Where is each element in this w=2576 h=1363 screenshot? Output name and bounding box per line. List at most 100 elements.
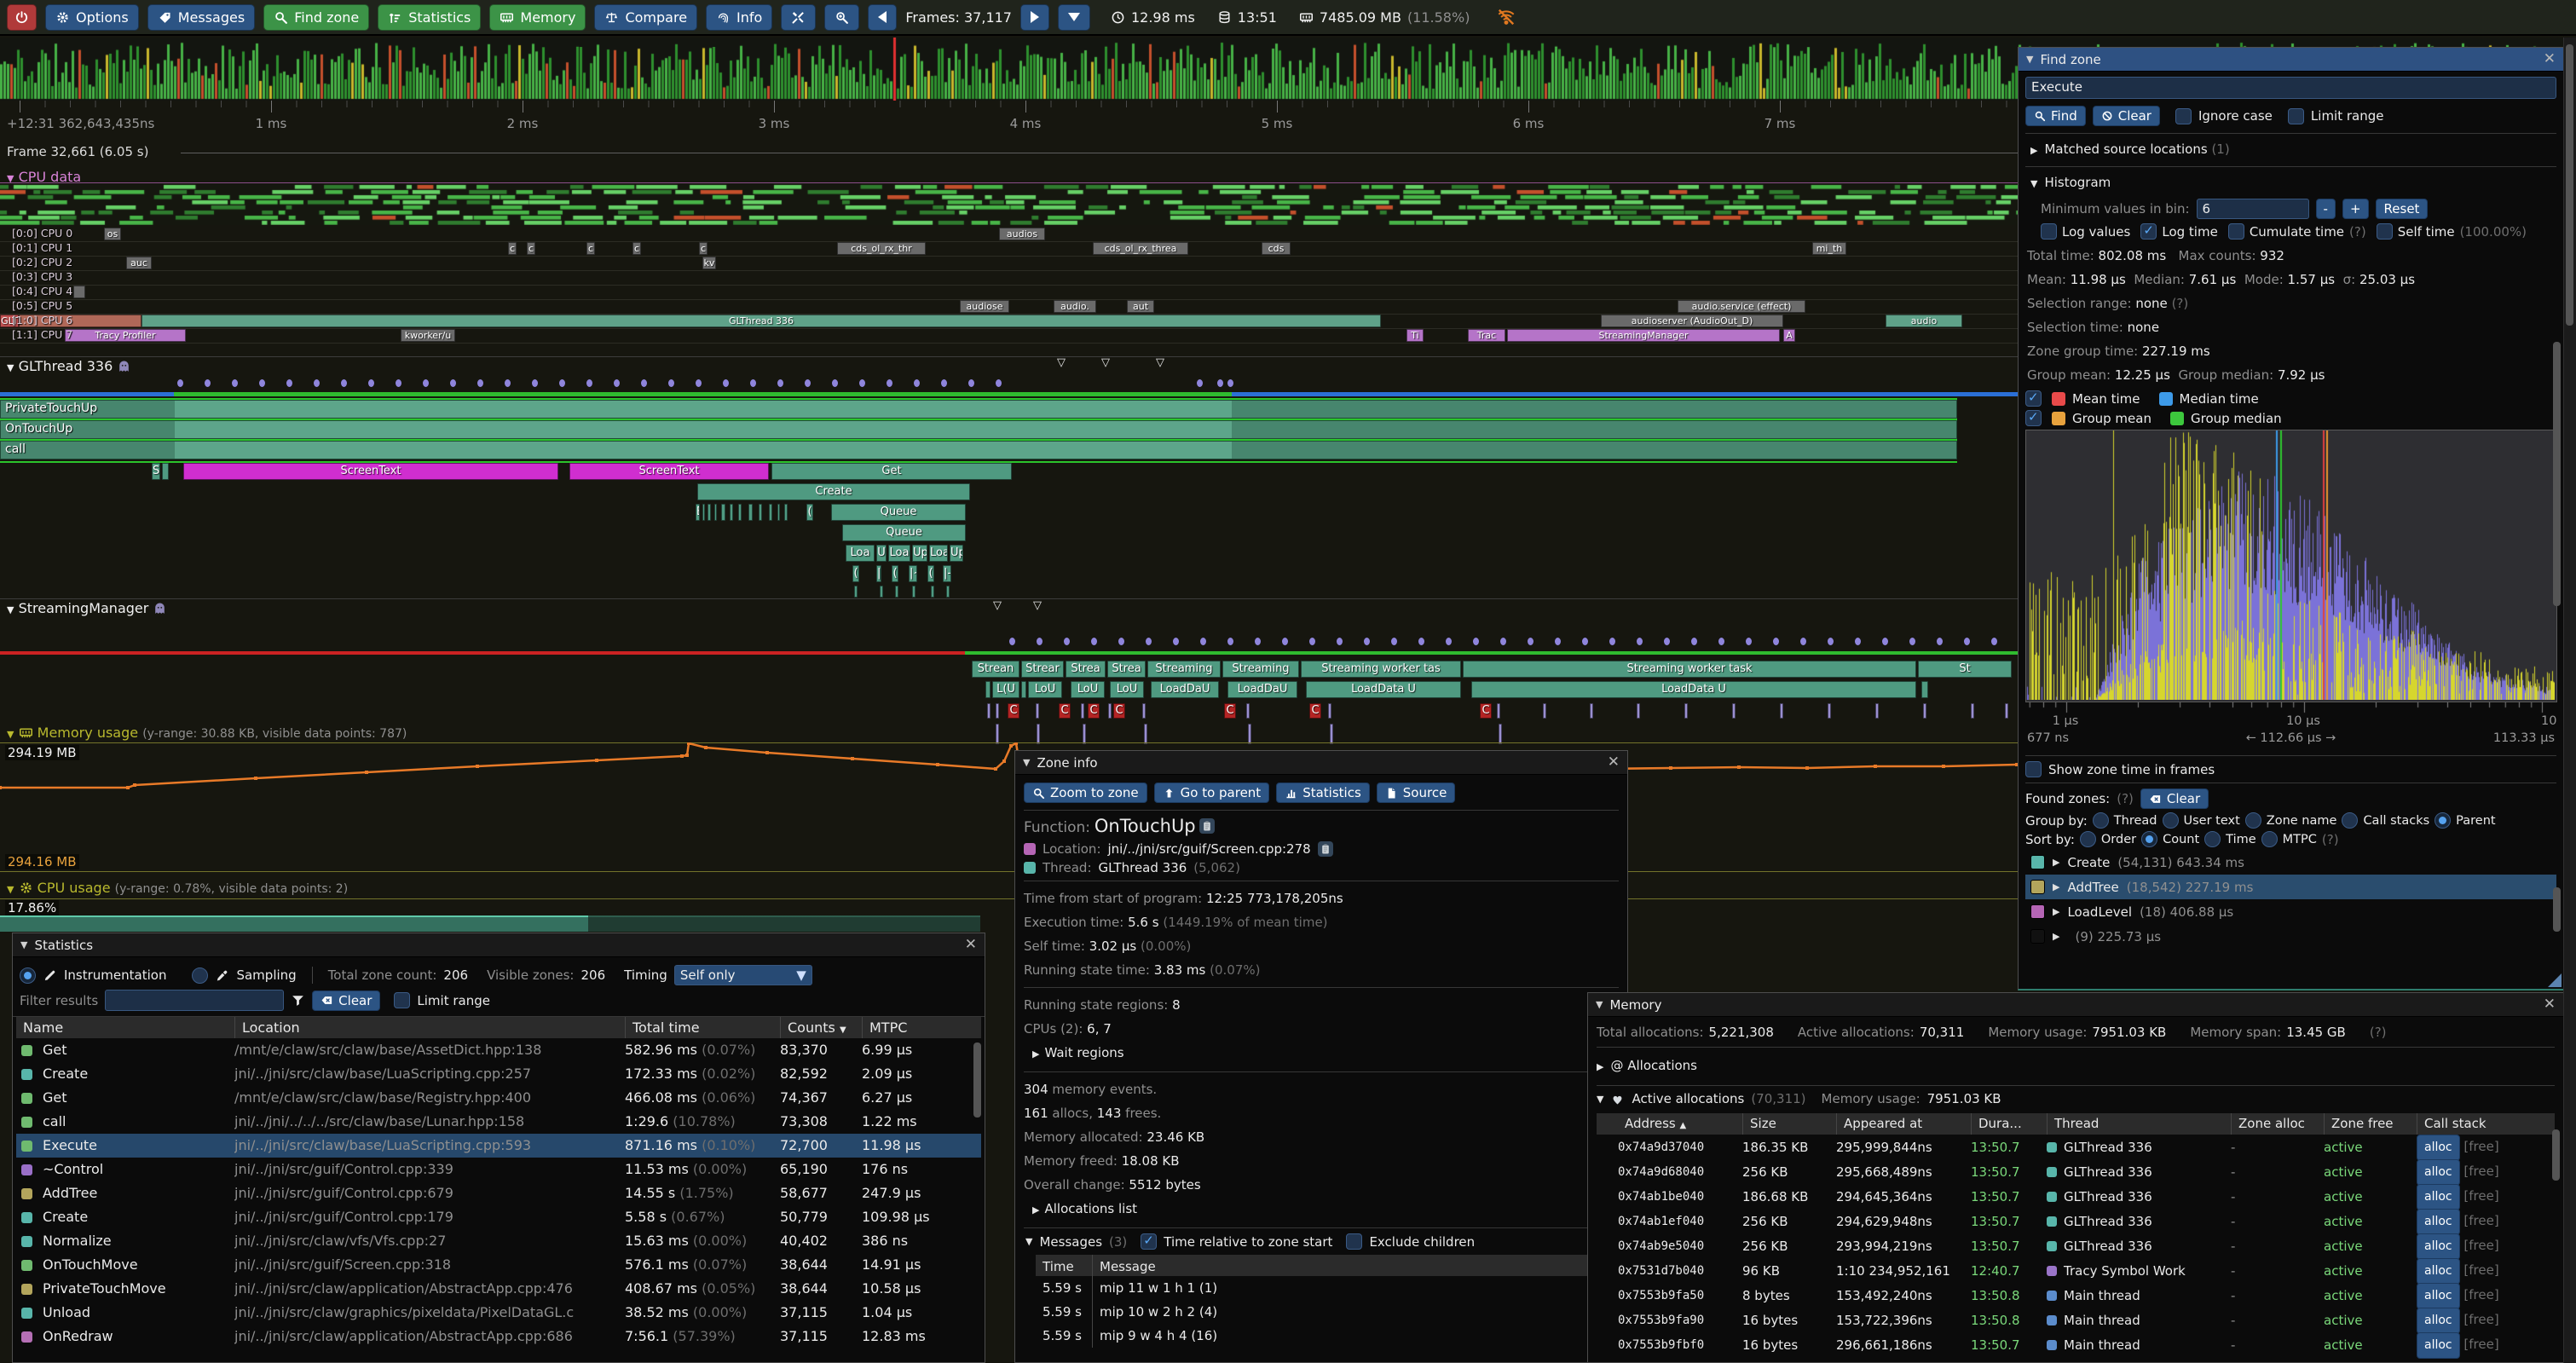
cpu-zone[interactable]: audio.service (effect) [1678, 300, 1805, 313]
find-zone-histogram[interactable] [2025, 430, 2557, 702]
sample-dot[interactable] [232, 379, 238, 387]
stats-limit-range-checkbox[interactable] [394, 992, 410, 1008]
timeline-zone[interactable] [946, 586, 950, 598]
close-icon[interactable]: ✕ [965, 938, 977, 952]
sort-by-radio-order[interactable] [2080, 831, 2096, 847]
memory-allocation-row[interactable]: 0x7553b9fbf0 16 bytes 296,661,186ns 13:5… [1597, 1332, 2555, 1357]
statistics-table-header[interactable]: Name Location Total time Counts ▼ MTPC [16, 1017, 981, 1038]
col-counts[interactable]: Counts ▼ [780, 1017, 862, 1038]
ignore-case-checkbox[interactable] [2175, 108, 2192, 124]
timeline-zone[interactable] [721, 504, 725, 521]
find-button[interactable]: Find [2025, 106, 2086, 126]
timeline-zone[interactable] [1637, 703, 1640, 719]
cpu-row[interactable]: [1:1] CPU 7Tracy Profilerkworker/uTiTrac… [0, 328, 2018, 344]
sample-dot[interactable] [1937, 638, 1943, 645]
timeline-zone[interactable]: Create [697, 483, 970, 500]
sample-dot[interactable] [1609, 638, 1615, 645]
exclude-children-checkbox[interactable] [1346, 1233, 1362, 1250]
timeline-zone[interactable] [1921, 681, 1928, 698]
alloc-callstack-button[interactable]: alloc [2417, 1283, 2460, 1309]
cpu-plot-header[interactable]: ▼ CPU usage (y-range: 0.78%, visible dat… [7, 880, 348, 896]
sample-dot[interactable] [1197, 379, 1203, 387]
source-button[interactable]: Source [1377, 783, 1456, 803]
cpu-zone[interactable]: audio [1886, 315, 1962, 327]
timeline-zone[interactable] [1248, 724, 1251, 744]
timeline-zone[interactable]: C [1008, 703, 1019, 719]
timeline-zone[interactable]: LoadData U [1306, 681, 1461, 698]
alloc-callstack-button[interactable]: alloc [2417, 1233, 2460, 1260]
group-by-radio-zone-name[interactable] [2245, 812, 2261, 829]
expand-icon[interactable]: ▶ [2053, 857, 2059, 868]
col-message[interactable]: Message [1092, 1255, 1619, 1279]
timeline-zone[interactable]: Queue [831, 504, 966, 521]
timeline-zone[interactable]: Loa [929, 545, 948, 562]
sample-dot[interactable] [914, 379, 920, 387]
timeline-zone[interactable] [996, 724, 999, 744]
cpu-zone[interactable] [73, 286, 85, 298]
toolbar-statistics-button[interactable]: Statistics [378, 4, 481, 31]
sample-dot[interactable] [1691, 638, 1697, 645]
timeline-zone[interactable]: C [1059, 703, 1071, 719]
prev-frame-button[interactable] [868, 4, 897, 31]
log-time-checkbox[interactable] [2140, 223, 2157, 240]
timeline-zone[interactable] [1875, 703, 1879, 719]
sampling-radio[interactable] [192, 967, 208, 984]
fz-limit-range-checkbox[interactable] [2288, 108, 2304, 124]
alloc-callstack-button[interactable]: alloc [2417, 1258, 2460, 1285]
tools-button[interactable] [781, 4, 816, 31]
toolbar-messages-button[interactable]: Messages [147, 4, 255, 31]
col-zone-free[interactable]: Zone free [2324, 1113, 2417, 1135]
group-by-radio-parent[interactable] [2434, 812, 2451, 829]
timeline-zone[interactable]: ( [927, 565, 934, 582]
timeline-zone[interactable] [738, 504, 742, 521]
timeline-zone[interactable]: ScreenText [569, 463, 769, 480]
timeline-zone[interactable] [730, 504, 733, 521]
timeline-zone[interactable] [702, 504, 705, 521]
timeline-zone[interactable]: Queue [842, 524, 966, 541]
expand-icon[interactable]: ▶ [2053, 931, 2059, 942]
cpu-row[interactable]: [0:3] CPU 3 [0, 270, 2018, 286]
memory-table-header[interactable]: Address ▲ Size Appeared at Dura... Threa… [1597, 1113, 2555, 1135]
memory-scrollbar[interactable] [2552, 1129, 2560, 1181]
memory-allocation-row[interactable]: 0x7553b9fa90 16 bytes 153,722,396ns 13:5… [1597, 1308, 2555, 1332]
find-clear-button[interactable]: Clear [2093, 106, 2160, 126]
sample-dot[interactable] [177, 379, 183, 387]
cpu-zone[interactable]: c [699, 242, 708, 255]
timeline-zone[interactable] [162, 463, 169, 480]
sample-dot[interactable] [996, 379, 1002, 387]
messages-table-header[interactable]: Time Message [1036, 1255, 1619, 1276]
timeline-zone[interactable]: LoadData U [1471, 681, 1916, 698]
open-zone-bar[interactable]: OnTouchUp [0, 420, 1957, 439]
sample-dot[interactable] [1637, 638, 1643, 645]
timeline-zone[interactable]: |- [943, 565, 951, 582]
col-thread[interactable]: Thread [2047, 1113, 2231, 1135]
timeline-zone[interactable]: Loa [846, 545, 875, 562]
timeline-zone[interactable] [931, 586, 934, 598]
sample-dot[interactable] [205, 379, 211, 387]
timeline-zone[interactable]: ( [892, 565, 898, 582]
statistics-row[interactable]: PrivateTouchMove jni/../jni/src/claw/app… [16, 1277, 981, 1301]
sample-dot[interactable] [1227, 638, 1233, 645]
timeline-zone[interactable] [1081, 703, 1084, 719]
min-bin-input[interactable]: 6 [2197, 199, 2309, 219]
memory-allocation-row[interactable]: 0x7553b9fa50 8 bytes 153,492,240ns 13:50… [1597, 1283, 2555, 1308]
sample-dot[interactable] [1473, 638, 1479, 645]
timeline-zone[interactable] [1083, 724, 1086, 744]
timeline-zone[interactable] [987, 703, 991, 719]
timeline-zone[interactable]: LoadDaU [1227, 681, 1297, 698]
sample-dot[interactable] [1991, 638, 1997, 645]
timeline-zone[interactable]: ScreenText [183, 463, 558, 480]
timeline-zone[interactable]: Loa [888, 545, 910, 562]
filter-clear-button[interactable]: Clear [312, 990, 380, 1011]
frame-menu-button[interactable] [1058, 4, 1090, 31]
toolbar-find-zone-button[interactable]: Find zone [263, 4, 369, 31]
zoom-button[interactable] [824, 4, 859, 31]
sample-dot[interactable] [641, 379, 647, 387]
alloc-callstack-button[interactable]: alloc [2417, 1308, 2460, 1334]
timeline-zone[interactable] [880, 586, 883, 598]
found-zone-row[interactable]: ▶AddTree(18,542) 227.19 ms [2025, 875, 2556, 899]
cpu-row[interactable]: [1:0] CPU 6GLTGLThread 336audioserver (A… [0, 314, 2018, 329]
copy-icon[interactable] [1318, 841, 1333, 857]
sample-dot[interactable] [586, 379, 592, 387]
filter-icon[interactable] [291, 993, 305, 1008]
